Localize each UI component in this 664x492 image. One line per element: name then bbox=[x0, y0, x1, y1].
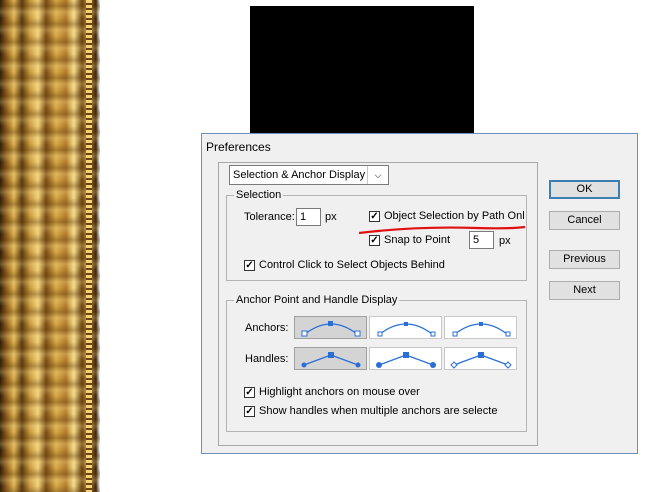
gold-picture-frame bbox=[0, 0, 100, 492]
anchor-style-2-icon bbox=[377, 322, 436, 337]
red-annotation-underline bbox=[358, 225, 526, 235]
tolerance-input[interactable]: 1 bbox=[296, 208, 321, 226]
frame-bead-molding bbox=[86, 0, 92, 492]
black-artwork-rectangle bbox=[250, 6, 474, 134]
control-click-checkbox[interactable]: ✓ bbox=[244, 260, 255, 271]
preferences-dialog: Preferences Selection & Anchor Display ⌵… bbox=[201, 133, 638, 454]
dialog-title: Preferences bbox=[206, 140, 271, 154]
handle-style-2[interactable] bbox=[369, 347, 442, 370]
anchors-label: Anchors: bbox=[245, 322, 289, 334]
preferences-panel: Selection & Anchor Display ⌵ Selection T… bbox=[218, 162, 538, 446]
anchor-style-1-icon bbox=[301, 321, 361, 337]
snap-distance-unit: px bbox=[499, 235, 511, 247]
selection-group-legend: Selection bbox=[236, 189, 282, 201]
chevron-down-icon[interactable]: ⌵ bbox=[367, 166, 388, 184]
cancel-button[interactable]: Cancel bbox=[549, 211, 620, 230]
next-button[interactable]: Next bbox=[549, 281, 620, 300]
object-selection-label: Object Selection by Path Onl bbox=[384, 210, 525, 222]
tolerance-label: Tolerance: bbox=[244, 211, 295, 223]
anchor-style-2[interactable] bbox=[369, 316, 442, 339]
tolerance-unit: px bbox=[325, 211, 337, 223]
highlight-anchors-label: Highlight anchors on mouse over bbox=[259, 386, 420, 398]
snap-to-point-checkbox[interactable]: ✓ bbox=[369, 235, 380, 246]
ok-button[interactable]: OK bbox=[549, 180, 620, 199]
show-handles-label: Show handles when multiple anchors are s… bbox=[259, 405, 498, 417]
handle-style-3[interactable] bbox=[444, 347, 517, 370]
show-handles-checkbox[interactable]: ✓ bbox=[244, 406, 255, 417]
handle-style-1-icon bbox=[301, 352, 361, 368]
section-dropdown[interactable]: Selection & Anchor Display ⌵ bbox=[229, 165, 389, 185]
anchor-style-3[interactable] bbox=[444, 316, 517, 339]
highlight-anchors-checkbox[interactable]: ✓ bbox=[244, 387, 255, 398]
control-click-label: Control Click to Select Objects Behind bbox=[259, 259, 445, 271]
anchor-handle-group-legend: Anchor Point and Handle Display bbox=[236, 294, 398, 306]
anchor-style-1[interactable] bbox=[294, 316, 367, 339]
handles-label: Handles: bbox=[245, 353, 289, 365]
handle-style-3-icon bbox=[450, 352, 512, 369]
handle-style-2-icon bbox=[376, 352, 436, 368]
anchor-style-3-icon bbox=[452, 322, 511, 337]
section-dropdown-value: Selection & Anchor Display bbox=[233, 169, 366, 181]
handle-style-1[interactable] bbox=[294, 347, 367, 370]
object-selection-checkbox[interactable]: ✓ bbox=[369, 211, 380, 222]
previous-button[interactable]: Previous bbox=[549, 250, 620, 269]
